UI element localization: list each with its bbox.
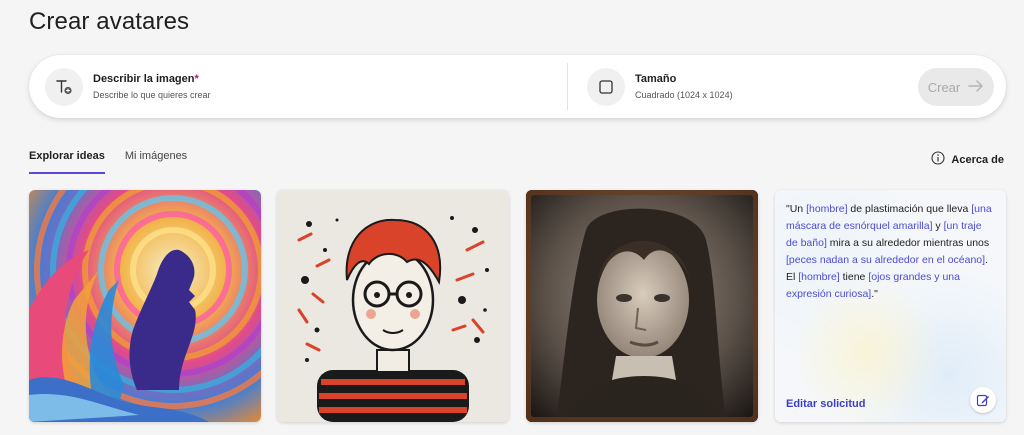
describe-image-field[interactable]: Describir la imagen* Describe lo que qui…: [45, 55, 565, 118]
prompt-placeholder[interactable]: [peces nadan a su alrededor en el océano…: [786, 254, 985, 266]
size-label: Tamaño: [635, 73, 677, 85]
tab-my-images[interactable]: Mi imágenes: [125, 150, 187, 174]
describe-label: Describir la imagen*: [93, 73, 199, 85]
arrow-right-icon: [968, 79, 984, 95]
text-add-icon: [45, 67, 83, 106]
about-label: Acerca de: [951, 153, 1004, 166]
prompt-text-segment: .": [871, 288, 878, 300]
prompt-text-segment: y: [932, 220, 944, 232]
edit-prompt-link[interactable]: Editar solicitud: [786, 398, 865, 410]
example-image-vintage-portrait[interactable]: [526, 190, 758, 422]
prompt-text-segment: "Un: [786, 203, 807, 215]
example-prompt-card[interactable]: "Un [hombre] de plastimación que lleva […: [775, 190, 1006, 422]
prompt-text-segment: tiene: [839, 271, 869, 283]
square-icon: [587, 67, 625, 106]
size-selector[interactable]: Tamaño Cuadrado (1024 x 1024): [587, 55, 917, 118]
about-link[interactable]: Acerca de: [931, 151, 1004, 168]
divider: [567, 63, 568, 110]
example-image-psychedelic-woman[interactable]: [29, 190, 261, 422]
prompt-bar: Describir la imagen* Describe lo que qui…: [29, 55, 1006, 118]
prompt-placeholder[interactable]: [hombre]: [798, 271, 839, 283]
describe-placeholder: Describe lo que quieres crear: [93, 90, 211, 100]
required-mark: *: [194, 73, 199, 85]
tab-explore-ideas[interactable]: Explorar ideas: [29, 150, 105, 174]
tab-bar: Explorar ideas Mi imágenes: [29, 150, 187, 174]
edit-icon[interactable]: [970, 387, 996, 413]
info-icon: [931, 151, 945, 168]
create-label: Crear: [927, 79, 961, 95]
prompt-text-segment: de plastimación que lleva: [847, 203, 972, 215]
example-image-boy-with-glasses[interactable]: [277, 190, 509, 422]
prompt-text-segment: mira a su alrededor mientras unos: [826, 237, 990, 249]
prompt-placeholder[interactable]: [hombre]: [806, 203, 847, 215]
size-value: Cuadrado (1024 x 1024): [635, 90, 733, 100]
prompt-text: "Un [hombre] de plastimación que lleva […: [786, 201, 996, 303]
create-button[interactable]: Crear: [918, 68, 994, 106]
page-title: Crear avatares: [29, 8, 190, 35]
